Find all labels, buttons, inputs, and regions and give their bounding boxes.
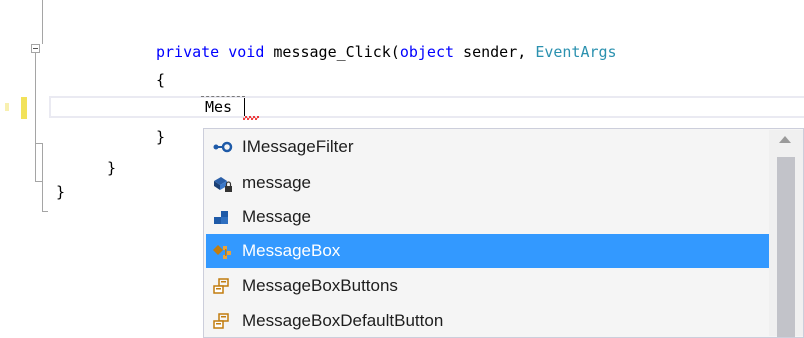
collapse-toggle-icon[interactable] bbox=[31, 44, 40, 53]
list-item-label: MessageBoxDefaultButton bbox=[242, 311, 444, 330]
text-caret bbox=[244, 98, 245, 116]
typed-text[interactable]: Mes bbox=[205, 97, 232, 117]
code-open-brace: { bbox=[156, 71, 166, 89]
list-item[interactable]: MessageBoxDefaultButton bbox=[206, 304, 770, 338]
outline-guide bbox=[42, 0, 43, 44]
outline-guide bbox=[42, 143, 43, 181]
list-item-label: message bbox=[242, 173, 311, 192]
list-item-label: MessageBoxButtons bbox=[242, 276, 398, 295]
private-field-icon bbox=[212, 173, 234, 193]
parameter-text: sender, bbox=[454, 43, 536, 61]
change-indicator bbox=[5, 103, 9, 111]
method-name: message_Click( bbox=[264, 43, 400, 61]
outline-guide bbox=[35, 53, 36, 181]
change-indicator bbox=[21, 97, 27, 119]
list-item-label: IMessageFilter bbox=[242, 137, 354, 156]
list-item-label: Message bbox=[242, 207, 311, 226]
current-line-highlight bbox=[49, 96, 804, 118]
type-name: EventArgs bbox=[535, 43, 617, 61]
interface-icon bbox=[212, 137, 234, 157]
completion-list[interactable]: IMessageFilter message Message MessageBo… bbox=[203, 128, 804, 338]
class-icon bbox=[212, 241, 234, 261]
list-item[interactable]: message bbox=[206, 166, 770, 200]
error-squiggle bbox=[243, 116, 259, 120]
list-item[interactable]: IMessageFilter bbox=[206, 130, 770, 164]
list-item[interactable]: MessageBoxButtons bbox=[206, 269, 770, 303]
vertical-scrollbar[interactable] bbox=[769, 130, 803, 337]
keyword: void bbox=[228, 43, 265, 61]
code-close-brace-namespace: } bbox=[56, 183, 66, 201]
keyword: private bbox=[156, 43, 220, 61]
outline-guide bbox=[42, 211, 48, 212]
scrollbar-thumb[interactable] bbox=[777, 157, 795, 337]
struct-icon bbox=[212, 207, 234, 227]
list-item[interactable]: Message bbox=[206, 200, 770, 234]
code-close-brace-method: } bbox=[156, 128, 166, 146]
list-item-label: MessageBox bbox=[242, 241, 341, 260]
keyword: object bbox=[399, 43, 455, 61]
enum-icon bbox=[212, 276, 234, 296]
scroll-up-arrow-icon[interactable] bbox=[779, 136, 791, 143]
code-line-method-signature: private void message_Click(object sender… bbox=[156, 42, 617, 62]
enum-icon bbox=[212, 311, 234, 331]
code-close-brace-class: } bbox=[107, 159, 117, 177]
outline-guide bbox=[42, 181, 43, 211]
list-item-selected[interactable]: MessageBox bbox=[206, 234, 770, 268]
